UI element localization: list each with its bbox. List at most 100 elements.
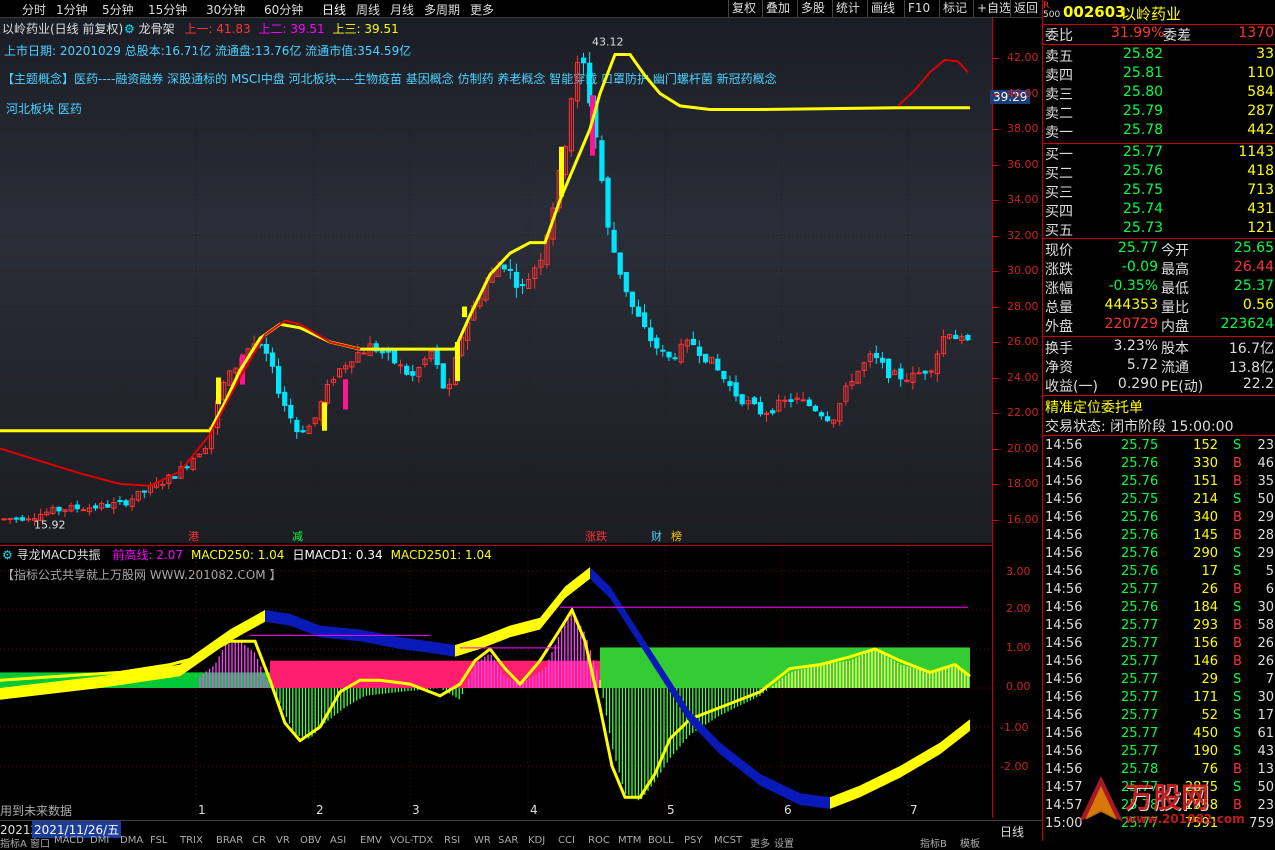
bid-row[interactable]: 买二 25.76 418 [1043,163,1275,182]
price-tick: 20.00 [1007,442,1039,455]
candle [574,55,581,109]
candle [190,456,196,472]
period-tab[interactable]: 分时 [22,1,46,18]
price-tick: 18.00 [1007,477,1039,490]
candle [111,497,117,515]
event-tag[interactable]: 港 [188,530,199,543]
macd-ribbon [720,742,760,786]
candle [617,252,623,279]
candle [642,304,648,329]
candle [62,509,68,517]
period-tab[interactable]: 日线 [322,1,346,18]
stat-row: 涨幅 -0.35% 最低 25.37 [1045,278,1274,297]
toolbar-button[interactable]: 复权 [728,0,759,17]
indicator-tab-right[interactable]: 指标B [920,835,947,850]
kline-chart-area[interactable]: 以岭药业(日线 前复权) ⚙ 龙骨架 上一: 41.83 上二: 39.51 上… [0,18,992,543]
candle [934,350,940,382]
candle [367,336,373,357]
candle [538,252,544,275]
candle [812,404,818,413]
period-tab[interactable]: 60分钟 [264,1,303,18]
candle [611,221,617,253]
candle [80,506,87,512]
period-tab[interactable]: 15分钟 [148,1,187,18]
candle [959,333,965,345]
period-tab[interactable]: 周线 [356,1,380,18]
red-ma-line [0,319,361,487]
indicator-tab[interactable]: 窗口 [30,835,50,850]
bid-row[interactable]: 买五 25.73 121 [1043,220,1275,239]
toolbar-button[interactable]: 返回 [1010,0,1041,17]
period-tab[interactable]: 月线 [390,1,414,18]
stat-row: 收益(一) 0.290 PE(动) 22.2 [1045,376,1274,395]
candle [733,375,739,402]
candle [422,356,428,368]
indicator-tab-right[interactable]: 模板 [960,835,980,850]
period-tab[interactable]: 5分钟 [102,1,134,18]
entrust-title[interactable]: 精准定位委托单 [1043,397,1275,416]
toolbar-button[interactable]: F10 [904,0,933,17]
stat-row: 总量 444353 量比 0.56 [1045,297,1274,316]
toolbar-button[interactable]: 叠加 [762,0,793,17]
period-tab[interactable]: 多周期 [424,1,460,18]
weibi-row: 委比 31.99% 委差 1370 [1045,25,1274,44]
stat-row: 涨跌 -0.09 最高 26.44 [1045,259,1274,278]
tick-row: 14:56 25.76 184 S 30 [1045,600,1274,615]
candle [300,425,306,434]
event-tag[interactable]: 减 [292,530,303,543]
event-tag[interactable]: 财 [651,529,662,543]
tick-row: 14:56 25.77 293 B 58 [1045,618,1274,633]
macd-ribbon [590,567,610,599]
candle [129,494,135,511]
watermark-url: www.201082.com [1125,812,1245,826]
ask-row[interactable]: 卖三 25.80 584 [1043,84,1275,103]
candle [843,382,849,406]
margin-badge: R 500 [1043,1,1061,20]
candle [879,351,886,369]
period-tab[interactable]: 更多 [470,1,494,18]
watermark-emblem [1079,776,1123,822]
period-label[interactable]: 日线 [1000,823,1024,840]
macd-panel[interactable]: ⚙ 寻龙MACD共振 前高线: 2.07 MACD250: 1.04 日MACD1:… [0,545,992,821]
tick-row: 14:56 25.75 214 S 50 [1045,492,1274,507]
indicator-tab[interactable]: 指标A [0,835,27,850]
ask-row[interactable]: 卖一 25.78 442 [1043,122,1275,141]
month-label: 3 [412,803,420,817]
price-tick: 26.00 [1007,335,1039,348]
candle [696,340,703,364]
ask-row[interactable]: 卖四 25.81 110 [1043,65,1275,84]
indicator-tab[interactable]: 设置 [774,835,794,850]
candle [648,319,654,348]
period-tab[interactable]: 30分钟 [206,1,245,18]
candle [74,500,80,513]
ask-row[interactable]: 卖五 25.82 33 [1043,46,1275,65]
toolbar-button[interactable]: +自选 [973,0,1014,17]
macd-tick: 1.00 [1006,641,1031,654]
candle [599,135,605,184]
toolbar-button[interactable]: 画线 [867,0,898,17]
ask-row[interactable]: 卖二 25.79 287 [1043,103,1275,122]
dragon-ma-line [0,52,970,433]
indicator-tab[interactable]: 更多 [750,835,770,850]
toolbar-button[interactable]: 统计 [832,0,863,17]
candle [922,370,928,381]
toolbar-button[interactable]: 多股 [797,0,828,17]
period-tab[interactable]: 1分钟 [56,1,88,18]
bid-row[interactable]: 买三 25.75 713 [1043,182,1275,201]
candle [751,396,757,406]
toolbar-button[interactable]: 标记 [939,0,970,17]
bid-row[interactable]: 买一 25.77 1143 [1043,144,1275,163]
tick-row: 14:56 25.77 190 S 43 [1045,744,1274,759]
macd-ribbon [430,641,455,657]
candle [306,423,312,435]
bid-row[interactable]: 买四 25.74 431 [1043,201,1275,220]
macd-ribbon [565,567,590,599]
month-label: 2 [316,803,324,817]
candle [928,369,934,378]
candle [99,500,105,511]
candle [263,337,269,362]
quote-panel: R 500 002603 以岭药业 委比 31.99% 委差 1370 卖五 25.… [1042,0,1275,841]
event-tag[interactable]: 涨跌 [585,529,607,543]
event-tag[interactable]: 榜 [671,529,682,543]
tick-row: 14:56 25.76 17 S 5 [1045,564,1274,579]
